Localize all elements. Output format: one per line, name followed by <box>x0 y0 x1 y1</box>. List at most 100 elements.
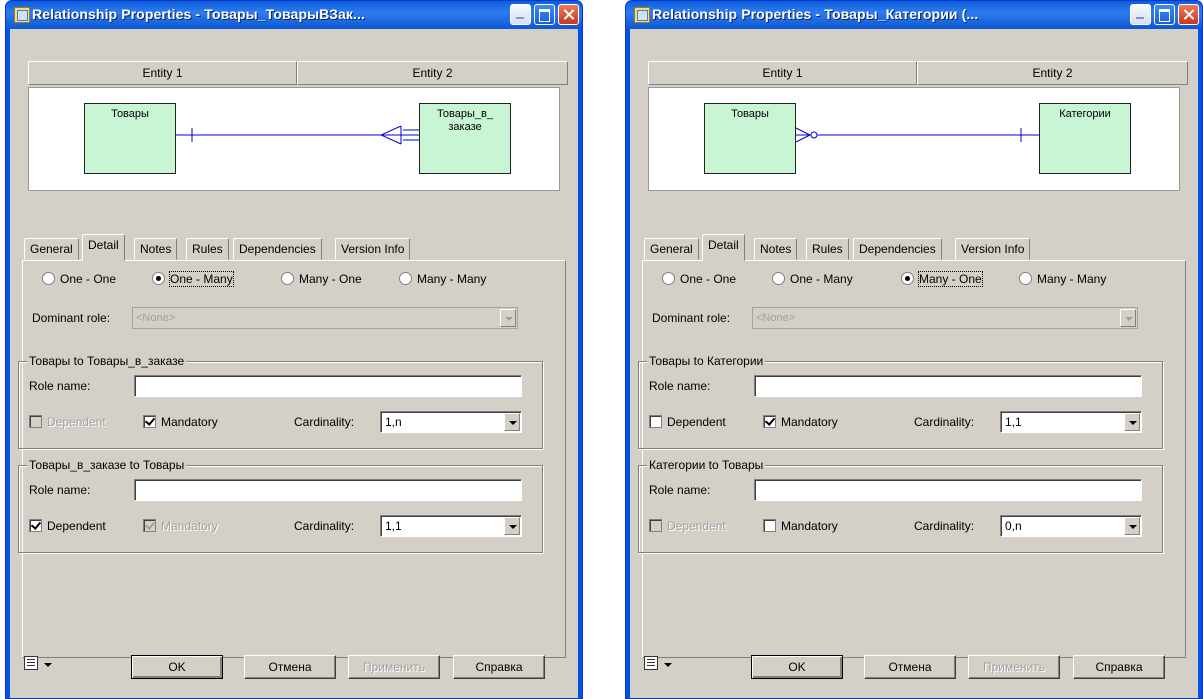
radio-one-many[interactable]: One - Many <box>772 272 853 286</box>
property-sheet-menu-icon[interactable] <box>24 656 38 670</box>
radio-one-one-circle[interactable] <box>42 272 55 285</box>
role-name-input[interactable] <box>134 479 522 501</box>
entity2-header[interactable]: Entity 2 <box>917 61 1188 85</box>
mandatory-checkbox[interactable]: Mandatory <box>763 519 838 533</box>
dependent-checkbox[interactable]: Dependent <box>649 415 726 429</box>
apply-button[interactable]: Применить <box>968 655 1060 679</box>
cancel-button[interactable]: Отмена <box>244 655 336 679</box>
ok-button[interactable]: OK <box>131 655 223 679</box>
title-bar[interactable]: Relationship Properties - Товары_Категор… <box>626 1 1202 29</box>
radio-one-one-label: One - One <box>680 272 737 286</box>
tab-dependencies[interactable]: Dependencies <box>853 238 942 260</box>
apply-button[interactable]: Применить <box>348 655 440 679</box>
help-button[interactable]: Справка <box>1073 655 1165 679</box>
dropdown-arrow-icon[interactable] <box>1124 413 1140 431</box>
tab-rules[interactable]: Rules <box>806 238 849 260</box>
radio-one-one[interactable]: One - One <box>662 272 736 286</box>
radio-one-one[interactable]: One - One <box>42 272 116 286</box>
tab-detail[interactable]: Detail <box>82 234 125 261</box>
radio-one-one-circle[interactable] <box>662 272 675 285</box>
radio-many-one-circle[interactable] <box>281 272 294 285</box>
help-button[interactable]: Справка <box>453 655 545 679</box>
radio-one-one-label: One - One <box>60 272 117 286</box>
cancel-button[interactable]: Отмена <box>864 655 956 679</box>
dropdown-arrow-icon[interactable] <box>500 309 516 327</box>
radio-many-many-circle[interactable] <box>1019 272 1032 285</box>
dependent-checkbox[interactable]: Dependent <box>29 519 106 533</box>
tab-general[interactable]: General <box>24 238 79 260</box>
radio-many-one-circle[interactable] <box>901 272 914 285</box>
cardinality-value: 1,n <box>385 415 402 429</box>
maximize-button[interactable] <box>534 4 555 25</box>
minimize-button[interactable] <box>510 4 531 25</box>
radio-one-many-label: One - Many <box>169 271 234 287</box>
dropdown-arrow-icon[interactable] <box>504 517 520 535</box>
role-name-label: Role name: <box>29 483 91 497</box>
relationship-line <box>176 125 419 145</box>
radio-many-many[interactable]: Many - Many <box>1019 272 1106 286</box>
dominant-role-select[interactable]: <None> <box>132 307 518 329</box>
chevron-down-icon[interactable] <box>44 663 52 667</box>
checkbox-box[interactable] <box>29 415 42 428</box>
dropdown-arrow-icon[interactable] <box>1124 517 1140 535</box>
tab-rules[interactable]: Rules <box>186 238 229 260</box>
tab-dependencies[interactable]: Dependencies <box>233 238 322 260</box>
tab-general[interactable]: General <box>644 238 699 260</box>
radio-many-one-label: Many - One <box>918 271 983 287</box>
radio-one-many-label: One - Many <box>790 272 853 286</box>
close-button[interactable] <box>1178 4 1199 25</box>
radio-many-many-circle[interactable] <box>399 272 412 285</box>
cardinality-select[interactable]: 1,n <box>380 411 522 433</box>
cardinality-select[interactable]: 0,n <box>1000 515 1142 537</box>
mandatory-checkbox[interactable]: Mandatory <box>763 415 838 429</box>
relationship-diagram: Товары Товары_в_ заказе <box>28 87 560 191</box>
checkbox-box[interactable] <box>143 519 156 532</box>
radio-one-many[interactable]: One - Many <box>152 271 234 287</box>
tab-detail[interactable]: Detail <box>702 234 745 261</box>
entity1-header[interactable]: Entity 1 <box>28 61 297 85</box>
checkbox-box[interactable] <box>649 519 662 532</box>
tab-version-info[interactable]: Version Info <box>335 238 411 260</box>
tab-notes[interactable]: Notes <box>754 238 798 260</box>
checkbox-box[interactable] <box>763 415 776 428</box>
mandatory-checkbox[interactable]: Mandatory <box>143 519 218 533</box>
dependent-checkbox[interactable]: Dependent <box>29 415 106 429</box>
group-title: Товары_в_заказе to Товары <box>27 458 187 472</box>
checkbox-box[interactable] <box>763 519 776 532</box>
cardinality-select[interactable]: 1,1 <box>1000 411 1142 433</box>
radio-one-many-circle[interactable] <box>152 272 165 285</box>
close-button[interactable] <box>558 4 579 25</box>
role-name-input[interactable] <box>754 375 1142 397</box>
dependent-label: Dependent <box>47 519 106 533</box>
dominant-role-select[interactable]: <None> <box>752 307 1138 329</box>
title-bar[interactable]: Relationship Properties - Товары_ТоварыВ… <box>6 1 582 29</box>
dependent-checkbox[interactable]: Dependent <box>649 519 726 533</box>
mandatory-checkbox[interactable]: Mandatory <box>143 415 218 429</box>
chevron-down-icon[interactable] <box>664 663 672 667</box>
minimize-button[interactable] <box>1130 4 1151 25</box>
dropdown-arrow-icon[interactable] <box>504 413 520 431</box>
group-title: Товары to Категории <box>647 354 766 368</box>
role-name-input[interactable] <box>134 375 522 397</box>
ok-button[interactable]: OK <box>751 655 843 679</box>
property-sheet-menu-icon[interactable] <box>644 656 658 670</box>
cardinality-select[interactable]: 1,1 <box>380 515 522 537</box>
role-name-input[interactable] <box>754 479 1142 501</box>
dropdown-arrow-icon[interactable] <box>1120 309 1136 327</box>
maximize-button[interactable] <box>1154 4 1175 25</box>
checkbox-box[interactable] <box>649 415 662 428</box>
tab-version-info[interactable]: Version Info <box>955 238 1031 260</box>
checkbox-box[interactable] <box>143 415 156 428</box>
relationship-diagram: Товары Категории <box>648 87 1180 191</box>
radio-many-one[interactable]: Many - One <box>281 272 362 286</box>
radio-many-many[interactable]: Many - Many <box>399 272 486 286</box>
radio-one-many-circle[interactable] <box>772 272 785 285</box>
radio-many-one[interactable]: Many - One <box>901 271 983 287</box>
window-title: Relationship Properties - Товары_ТоварыВ… <box>32 6 366 22</box>
dialog-client: Entity 1 Entity 2 Товары Категории Gener… <box>630 29 1198 698</box>
entity1-header[interactable]: Entity 1 <box>648 61 917 85</box>
role-name-label: Role name: <box>649 483 711 497</box>
tab-notes[interactable]: Notes <box>134 238 178 260</box>
entity2-header[interactable]: Entity 2 <box>297 61 568 85</box>
checkbox-box[interactable] <box>29 519 42 532</box>
